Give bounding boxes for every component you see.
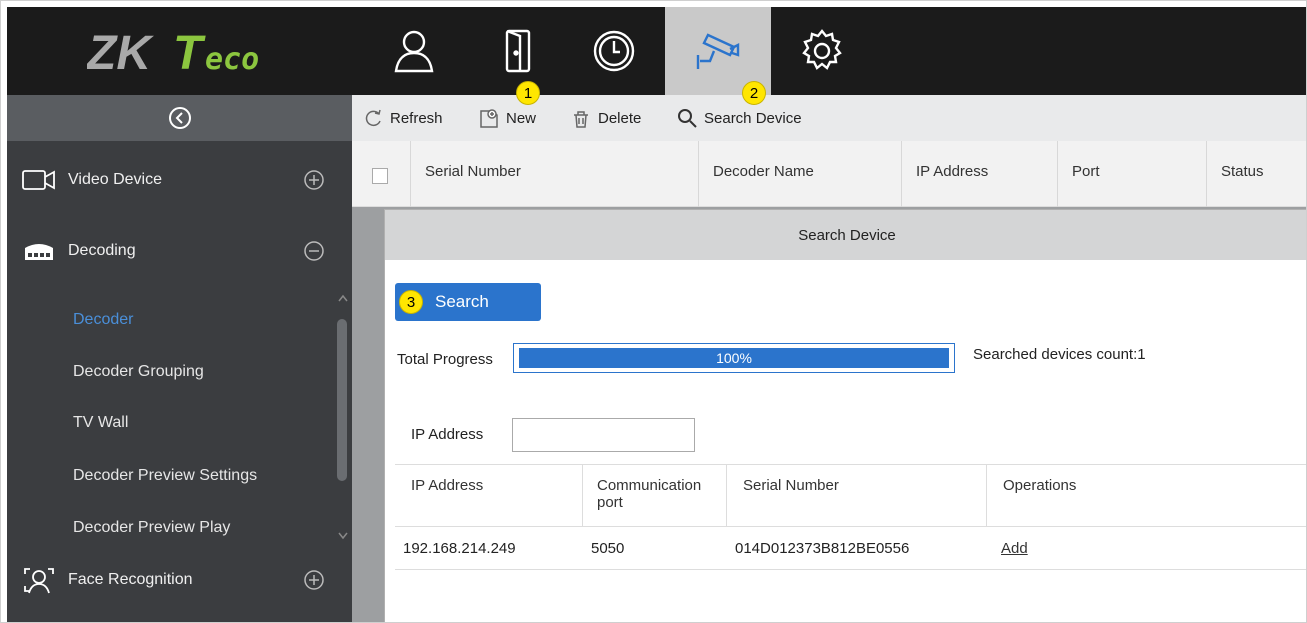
progress-bar: 100% <box>513 343 955 373</box>
decoder-table-header: Serial Number Decoder Name IP Address Po… <box>352 141 1306 207</box>
column-header: Serial Number <box>727 465 987 526</box>
column-header[interactable]: Status <box>1207 141 1306 207</box>
chevron-left-circle-icon <box>168 107 191 129</box>
sidebar-item-decoder-preview-play[interactable]: Decoder Preview Play <box>73 519 230 537</box>
row-port: 5050 <box>591 540 625 557</box>
svg-text:T: T <box>173 27 206 77</box>
search-button-label: Search <box>435 292 489 311</box>
settings-icon <box>802 29 842 70</box>
attendance-nav-button[interactable] <box>561 7 667 95</box>
sidebar-item-tv-wall[interactable]: TV Wall <box>73 414 128 432</box>
select-all-checkbox[interactable] <box>372 168 388 184</box>
sidebar-section-label: Face Recognition <box>68 571 193 588</box>
select-all-column <box>352 141 411 207</box>
row-serial-number: 014D012373B812BE0556 <box>735 540 910 557</box>
delete-button[interactable]: Delete <box>570 95 641 141</box>
refresh-label: Refresh <box>390 109 443 127</box>
add-device-link[interactable]: Add <box>1001 540 1028 557</box>
step-badge: 3 <box>399 290 423 314</box>
refresh-button[interactable]: Refresh <box>362 95 443 141</box>
delete-label: Delete <box>598 109 642 127</box>
sidebar-item-decoder[interactable]: Decoder <box>73 311 133 329</box>
decoder-icon <box>25 244 53 260</box>
step-badge: 2 <box>742 81 766 105</box>
top-navigation-bar: ZK T eco <box>7 7 1306 95</box>
plus-icon[interactable] <box>303 569 325 591</box>
delete-icon <box>574 111 588 128</box>
system-nav-button[interactable] <box>769 7 875 95</box>
ip-address-label: IP Address <box>411 426 484 443</box>
scroll-down-icon[interactable] <box>337 531 349 541</box>
sidebar-item-decoder-preview-settings[interactable]: Decoder Preview Settings <box>73 467 257 485</box>
total-progress-label: Total Progress <box>397 351 493 368</box>
column-header[interactable]: Port <box>1058 141 1207 207</box>
scroll-up-icon[interactable] <box>337 293 349 303</box>
column-header[interactable]: IP Address <box>902 141 1058 207</box>
app-window: ZK T eco Video Device Decoding Decoder D… <box>0 0 1307 623</box>
searched-count: Searched devices count:1 <box>973 346 1146 363</box>
refresh-icon <box>365 109 381 127</box>
column-header[interactable]: Serial Number <box>411 141 699 207</box>
collapse-sidebar-button[interactable] <box>7 95 352 141</box>
video-camera-icon <box>22 170 55 190</box>
step-badge: 1 <box>516 81 540 105</box>
sidebar-item-decoder-grouping[interactable]: Decoder Grouping <box>73 363 204 381</box>
sidebar-section-video-device[interactable]: Video Device <box>7 150 352 210</box>
ip-address-input[interactable] <box>512 418 695 452</box>
door-icon <box>505 29 531 73</box>
column-header[interactable]: Decoder Name <box>699 141 902 207</box>
clock-icon <box>593 30 635 72</box>
new-icon <box>480 109 498 128</box>
column-header: Operations <box>1003 477 1077 494</box>
sidebar-section-label: Video Device <box>68 171 162 188</box>
zkteco-logo: ZK T eco <box>87 27 259 77</box>
personnel-nav-button[interactable] <box>361 7 467 95</box>
sidebar-section-label: Decoding <box>68 242 136 259</box>
sidebar-scrollbar-thumb[interactable] <box>337 319 347 481</box>
sidebar-section-face-recognition[interactable]: Face Recognition <box>7 550 352 610</box>
search-icon <box>678 109 697 128</box>
column-header: Communication port <box>583 465 727 526</box>
column-header: IP Address <box>395 465 583 526</box>
dialog-title: Search Device <box>385 210 1306 260</box>
search-device-dialog: Search Device Search 3 Total Progress 10… <box>384 209 1306 622</box>
personnel-icon <box>394 30 434 73</box>
row-ip-address: 192.168.214.249 <box>403 540 516 557</box>
face-icon <box>24 568 54 594</box>
progress-text: 100% <box>716 350 752 366</box>
svg-text:ZK: ZK <box>87 27 154 77</box>
search-device-button[interactable]: Search Device <box>676 95 802 141</box>
results-table-header: IP Address Communication port Serial Num… <box>395 464 1306 527</box>
sidebar: Video Device Decoding Decoder Decoder Gr… <box>7 95 352 622</box>
minus-icon[interactable] <box>303 240 325 262</box>
svg-text:eco: eco <box>205 42 259 77</box>
table-row: 192.168.214.249 5050 014D012373B812BE055… <box>395 527 1306 570</box>
new-label: New <box>506 109 537 127</box>
camera-icon <box>696 33 740 69</box>
access-nav-button[interactable] <box>465 7 571 95</box>
plus-icon[interactable] <box>303 169 325 191</box>
sidebar-section-decoding[interactable]: Decoding <box>7 221 352 281</box>
search-device-label: Search Device <box>704 109 802 127</box>
toolbar: Refresh New Delete Search Device <box>352 95 1306 141</box>
